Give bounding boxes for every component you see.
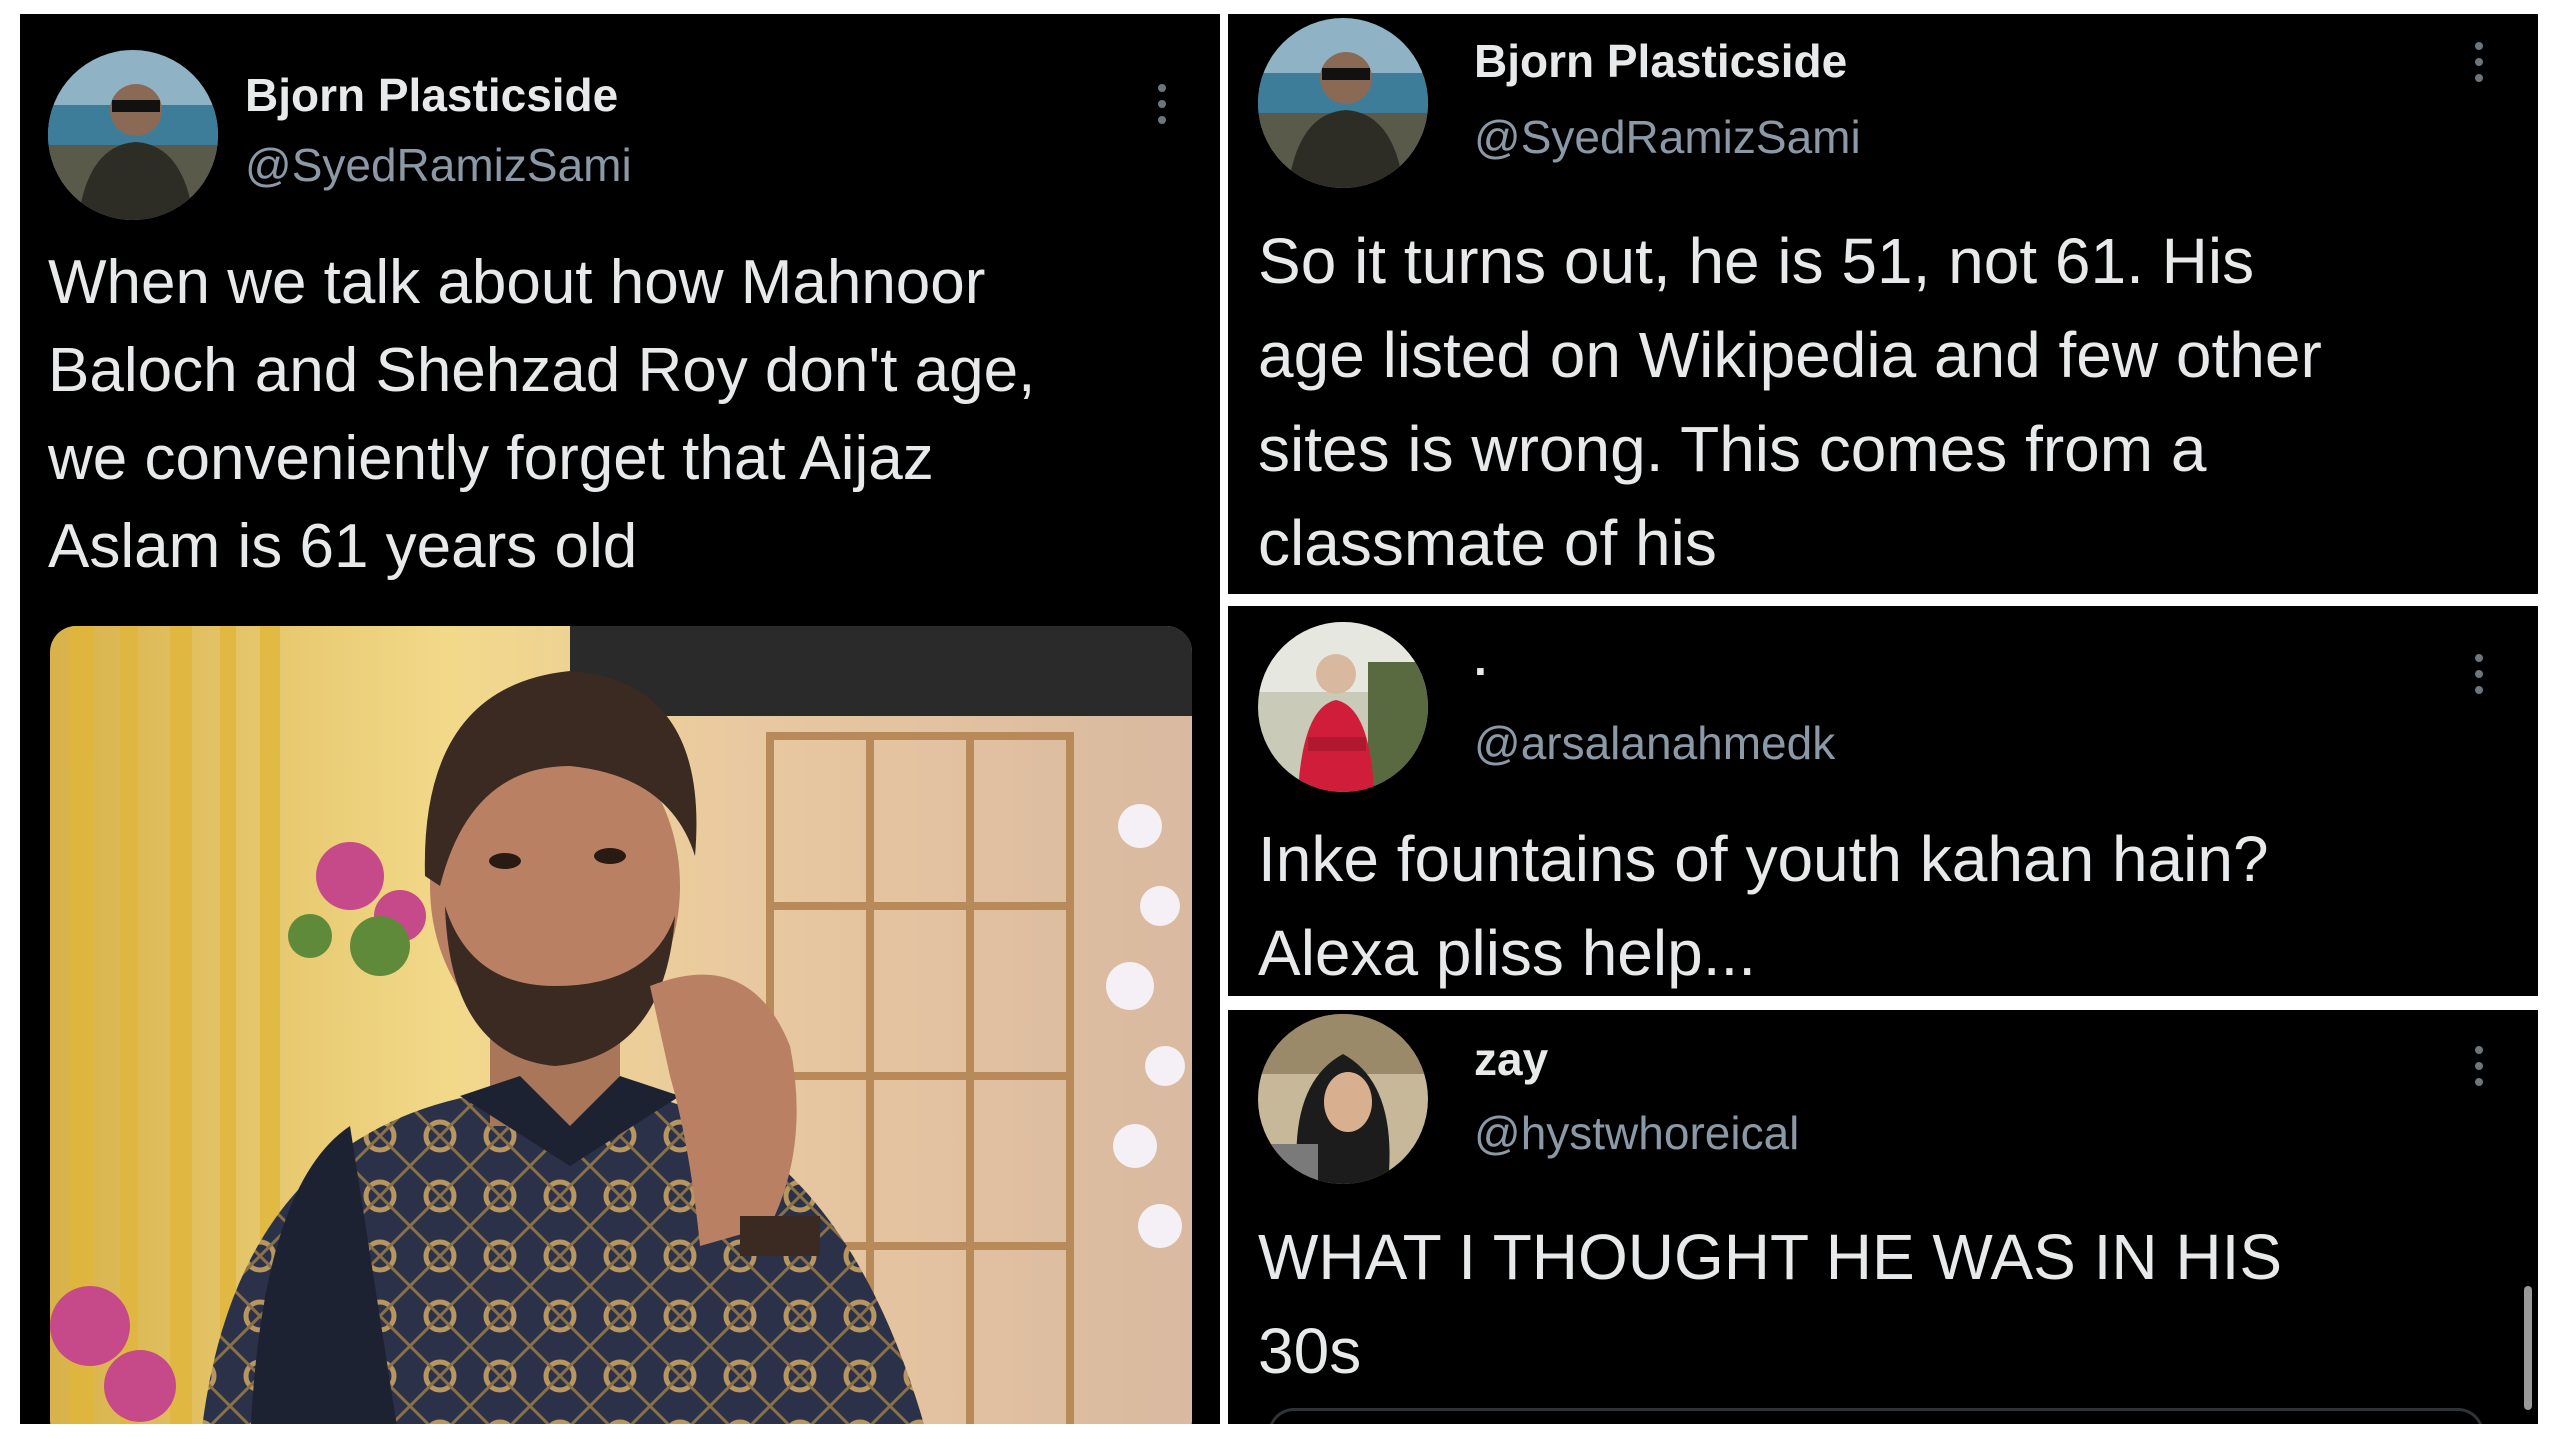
- tweet-text: When we talk about how Mahnoor Baloch an…: [48, 248, 1036, 581]
- user-avatar[interactable]: [1258, 18, 1428, 188]
- user-handle[interactable]: @SyedRamizSami: [245, 138, 632, 192]
- tweet-card-original[interactable]: Bjorn Plasticside @SyedRamizSami When we…: [20, 14, 1220, 1424]
- man-red-shirt-avatar: [1258, 622, 1428, 792]
- display-name[interactable]: .: [1474, 632, 1487, 686]
- tweet-text: Inke fountains of youth kahan hain? Alex…: [1258, 823, 2269, 989]
- user-handle[interactable]: @SyedRamizSami: [1474, 110, 1861, 164]
- display-name[interactable]: zay: [1474, 1032, 1548, 1086]
- man-portrait-photo: [50, 626, 1192, 1424]
- woman-hijab-avatar: [1258, 1014, 1428, 1184]
- user-handle[interactable]: @hystwhoreical: [1474, 1106, 1799, 1160]
- user-avatar[interactable]: [1258, 622, 1428, 792]
- user-handle[interactable]: @arsalanahmedk: [1474, 716, 1835, 770]
- scrollbar-thumb[interactable]: [2524, 1286, 2532, 1410]
- display-name[interactable]: Bjorn Plasticside: [245, 68, 618, 122]
- man-sunglasses-lake-avatar: [48, 50, 218, 220]
- more-options-icon[interactable]: [2473, 1046, 2485, 1096]
- man-sunglasses-lake-avatar: [1258, 18, 1428, 188]
- tweet-photo[interactable]: [50, 626, 1192, 1424]
- tweet-text: WHAT I THOUGHT HE WAS IN HIS 30s: [1258, 1221, 2283, 1387]
- next-tweet-card-edge: [1268, 1408, 2484, 1424]
- display-name[interactable]: Bjorn Plasticside: [1474, 34, 1847, 88]
- tweet-card-reply-1[interactable]: Bjorn Plasticside @SyedRamizSami So it t…: [1228, 14, 2538, 594]
- tweet-card-reply-3[interactable]: zay @hystwhoreical WHAT I THOUGHT HE WAS…: [1228, 1010, 2538, 1424]
- tweet-text: So it turns out, he is 51, not 61. His a…: [1258, 225, 2322, 579]
- more-options-icon[interactable]: [2473, 42, 2485, 92]
- user-avatar[interactable]: [48, 50, 218, 220]
- more-options-icon[interactable]: [2473, 654, 2485, 704]
- user-avatar[interactable]: [1258, 1014, 1428, 1184]
- tweet-card-reply-2[interactable]: . @arsalanahmedk Inke fountains of youth…: [1228, 606, 2538, 996]
- more-options-icon[interactable]: [1156, 84, 1168, 134]
